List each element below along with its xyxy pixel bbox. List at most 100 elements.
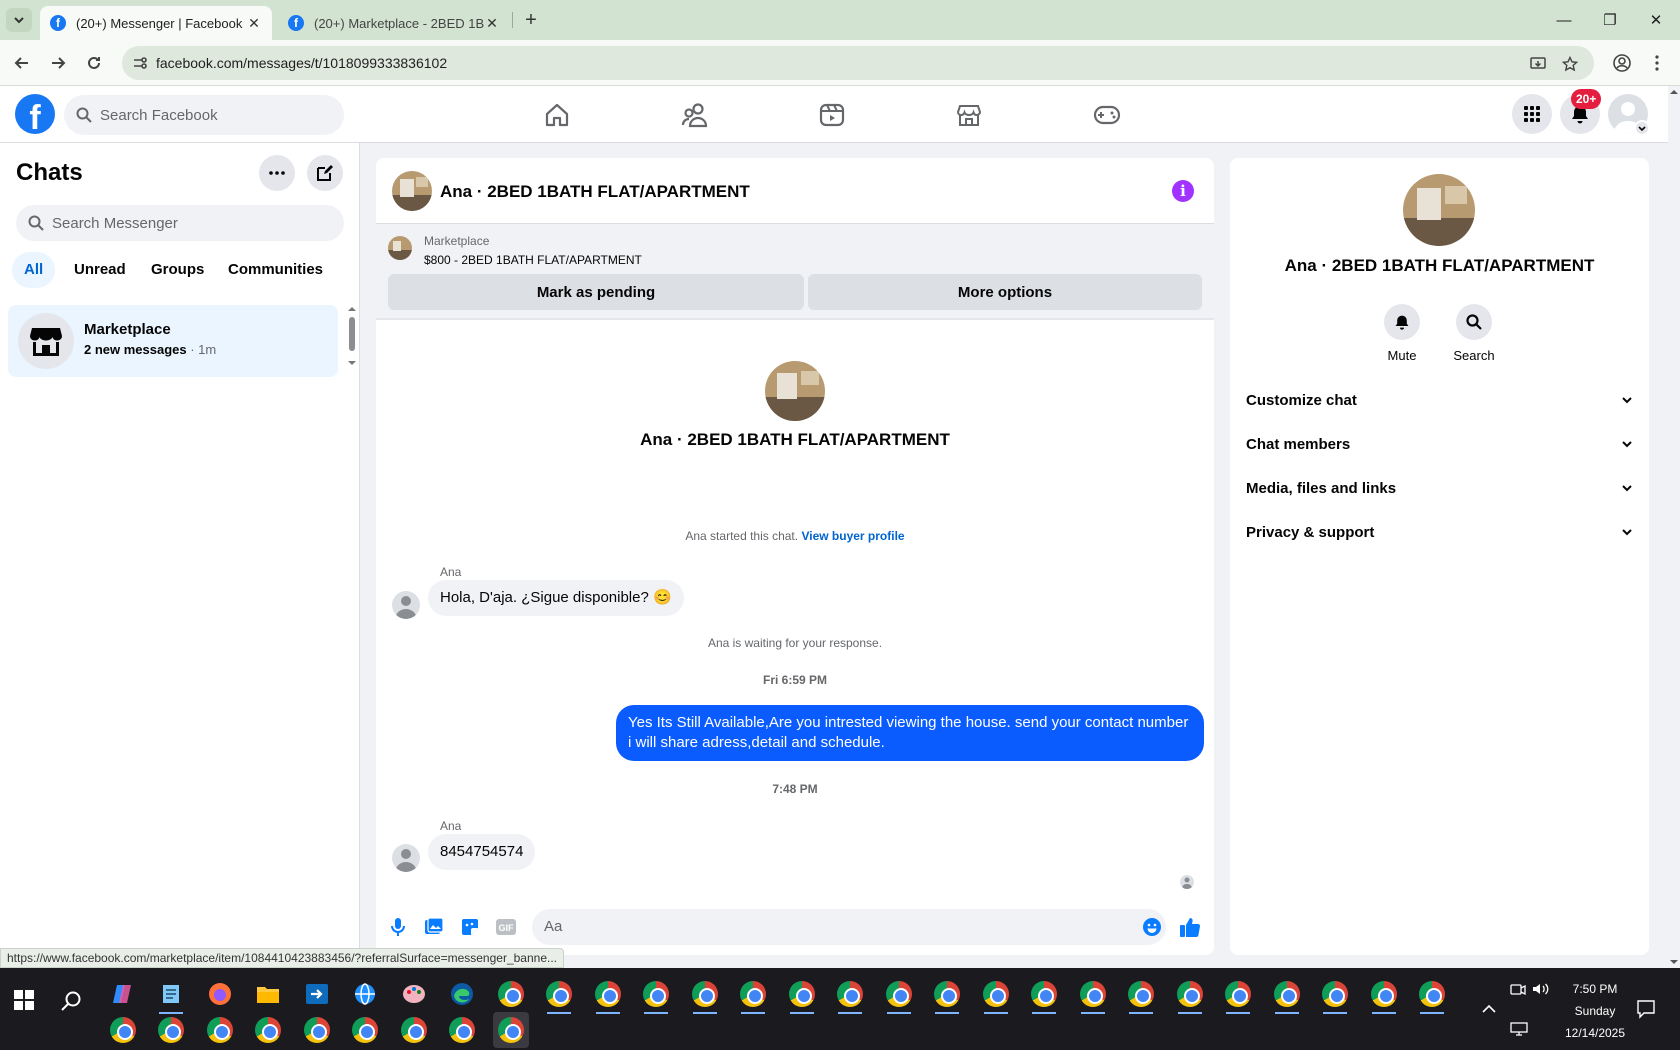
section-privacy-support[interactable]: Privacy & support: [1246, 510, 1633, 554]
chrome-window-icon[interactable]: [1172, 976, 1208, 1014]
minimize-button[interactable]: —: [1540, 0, 1588, 40]
reload-button[interactable]: [82, 51, 106, 75]
chrome-window-icon[interactable]: [153, 1012, 189, 1048]
facebook-search-input[interactable]: Search Facebook: [64, 95, 344, 135]
view-buyer-profile-link[interactable]: View buyer profile: [801, 529, 904, 543]
chrome-window-icon[interactable]: [638, 976, 674, 1014]
facebook-logo-icon[interactable]: f: [15, 94, 55, 134]
new-tab-button[interactable]: +: [520, 8, 542, 32]
nav-friends[interactable]: [640, 94, 750, 136]
profile-avatar[interactable]: [765, 361, 825, 421]
volume-icon[interactable]: [1532, 948, 1550, 1030]
chrome-window-icon[interactable]: [832, 976, 868, 1014]
address-bar[interactable]: facebook.com/messages/t/1018099333836102: [122, 46, 1594, 80]
chrome-window-icon[interactable]: [202, 1012, 238, 1048]
listing-title[interactable]: $800 - 2BED 1BATH FLAT/APARTMENT: [424, 253, 642, 267]
network-icon[interactable]: [1510, 988, 1528, 1050]
page-scrollbar[interactable]: [1668, 86, 1680, 967]
chrome-window-icon[interactable]: [784, 976, 820, 1014]
sidebar-scrollbar[interactable]: [347, 305, 357, 365]
start-button[interactable]: [14, 990, 34, 1010]
details-avatar[interactable]: [1403, 174, 1475, 246]
chrome-window-icon[interactable]: [590, 976, 626, 1014]
nav-home[interactable]: [502, 94, 612, 136]
action-center-icon[interactable]: [1636, 968, 1656, 1050]
filter-all[interactable]: All: [12, 252, 56, 288]
close-window-button[interactable]: ✕: [1632, 0, 1680, 40]
back-button[interactable]: [10, 51, 34, 75]
copilot-app-icon[interactable]: [105, 976, 141, 1012]
chats-options-button[interactable]: [259, 155, 295, 191]
chrome-window-icon[interactable]: [687, 976, 723, 1014]
attach-media-button[interactable]: [422, 915, 446, 939]
sticker-button[interactable]: [458, 915, 482, 939]
menu-grid-button[interactable]: [1512, 94, 1552, 134]
chrome-window-icon-active[interactable]: [493, 1012, 529, 1048]
account-chevron-icon[interactable]: [1634, 120, 1650, 136]
search-in-chat-button[interactable]: [1456, 304, 1492, 340]
browser-menu-button[interactable]: [1645, 51, 1669, 75]
conversation-avatar[interactable]: [392, 171, 432, 211]
paint-app-icon[interactable]: [396, 976, 432, 1012]
chrome-window-icon[interactable]: [929, 976, 965, 1014]
chrome-window-icon[interactable]: [105, 1012, 141, 1048]
notepad-app-icon[interactable]: [153, 976, 189, 1014]
chrome-window-icon[interactable]: [978, 976, 1014, 1014]
chat-list-item-marketplace[interactable]: Marketplace 2 new messages · 1m: [8, 305, 338, 377]
taskbar-search-button[interactable]: [60, 990, 82, 1012]
listing-thumbnail[interactable]: [388, 236, 412, 260]
browser-tab-marketplace[interactable]: f (20+) Marketplace - 2BED 1BAT ✕: [278, 6, 510, 40]
filter-unread[interactable]: Unread: [62, 252, 138, 288]
nav-watch[interactable]: [777, 94, 887, 136]
conversation-info-icon[interactable]: i: [1172, 180, 1194, 202]
messenger-search-input[interactable]: Search Messenger: [16, 205, 344, 241]
install-app-icon[interactable]: [1526, 52, 1550, 76]
more-options-button[interactable]: More options: [808, 274, 1202, 310]
nav-gaming[interactable]: [1052, 94, 1162, 136]
show-hidden-icons-button[interactable]: [1482, 968, 1496, 1050]
chrome-window-icon[interactable]: [444, 1012, 480, 1048]
chrome-window-icon[interactable]: [347, 1012, 383, 1048]
filter-communities[interactable]: Communities: [216, 252, 335, 288]
firefox-app-icon[interactable]: [202, 976, 238, 1012]
site-info-icon[interactable]: [132, 55, 148, 71]
chrome-window-icon[interactable]: [1026, 976, 1062, 1014]
section-media-files-links[interactable]: Media, files and links: [1246, 466, 1633, 510]
outgoing-message-bubble[interactable]: Yes Its Still Available,Are you intreste…: [616, 705, 1204, 761]
chrome-window-icon[interactable]: [1075, 976, 1111, 1014]
conversation-title[interactable]: Ana · 2BED 1BATH FLAT/APARTMENT: [440, 182, 750, 202]
gif-button[interactable]: GIF: [494, 915, 518, 939]
incoming-message-bubble[interactable]: 8454754574: [428, 834, 536, 870]
sender-avatar[interactable]: [392, 591, 420, 619]
remote-app-icon[interactable]: [299, 976, 335, 1012]
emoji-button[interactable]: [1140, 915, 1164, 939]
section-customize-chat[interactable]: Customize chat: [1246, 378, 1633, 422]
globe-app-icon[interactable]: [347, 976, 383, 1012]
chrome-window-icon[interactable]: [1366, 976, 1402, 1014]
tab-search-button[interactable]: [6, 8, 32, 32]
mute-button[interactable]: [1384, 304, 1420, 340]
chrome-window-icon[interactable]: [1220, 976, 1256, 1014]
message-input[interactable]: Aa: [532, 909, 1166, 945]
chrome-window-icon[interactable]: [1269, 976, 1305, 1014]
forward-button[interactable]: [46, 51, 70, 75]
like-button[interactable]: [1178, 915, 1202, 939]
mute-action[interactable]: Mute: [1372, 304, 1432, 363]
close-tab-icon[interactable]: ✕: [484, 15, 500, 32]
nav-marketplace[interactable]: [914, 94, 1024, 136]
chrome-window-icon[interactable]: [299, 1012, 335, 1048]
bookmark-star-icon[interactable]: [1558, 52, 1582, 76]
close-tab-icon[interactable]: ✕: [246, 15, 262, 32]
chrome-window-icon[interactable]: [396, 1012, 432, 1048]
incoming-message-bubble[interactable]: Hola, D'aja. ¿Sigue disponible? 😊: [428, 580, 684, 616]
edge-app-icon[interactable]: [444, 976, 480, 1012]
chrome-window-icon[interactable]: [881, 976, 917, 1014]
chrome-window-icon[interactable]: [541, 976, 577, 1014]
sender-avatar[interactable]: [392, 844, 420, 872]
file-explorer-app-icon[interactable]: [250, 976, 286, 1012]
chrome-window-icon[interactable]: [250, 1012, 286, 1048]
restore-button[interactable]: ❐: [1586, 0, 1634, 40]
mark-as-pending-button[interactable]: Mark as pending: [388, 274, 804, 310]
search-action[interactable]: Search: [1444, 304, 1504, 363]
chrome-window-icon[interactable]: [1123, 976, 1159, 1014]
